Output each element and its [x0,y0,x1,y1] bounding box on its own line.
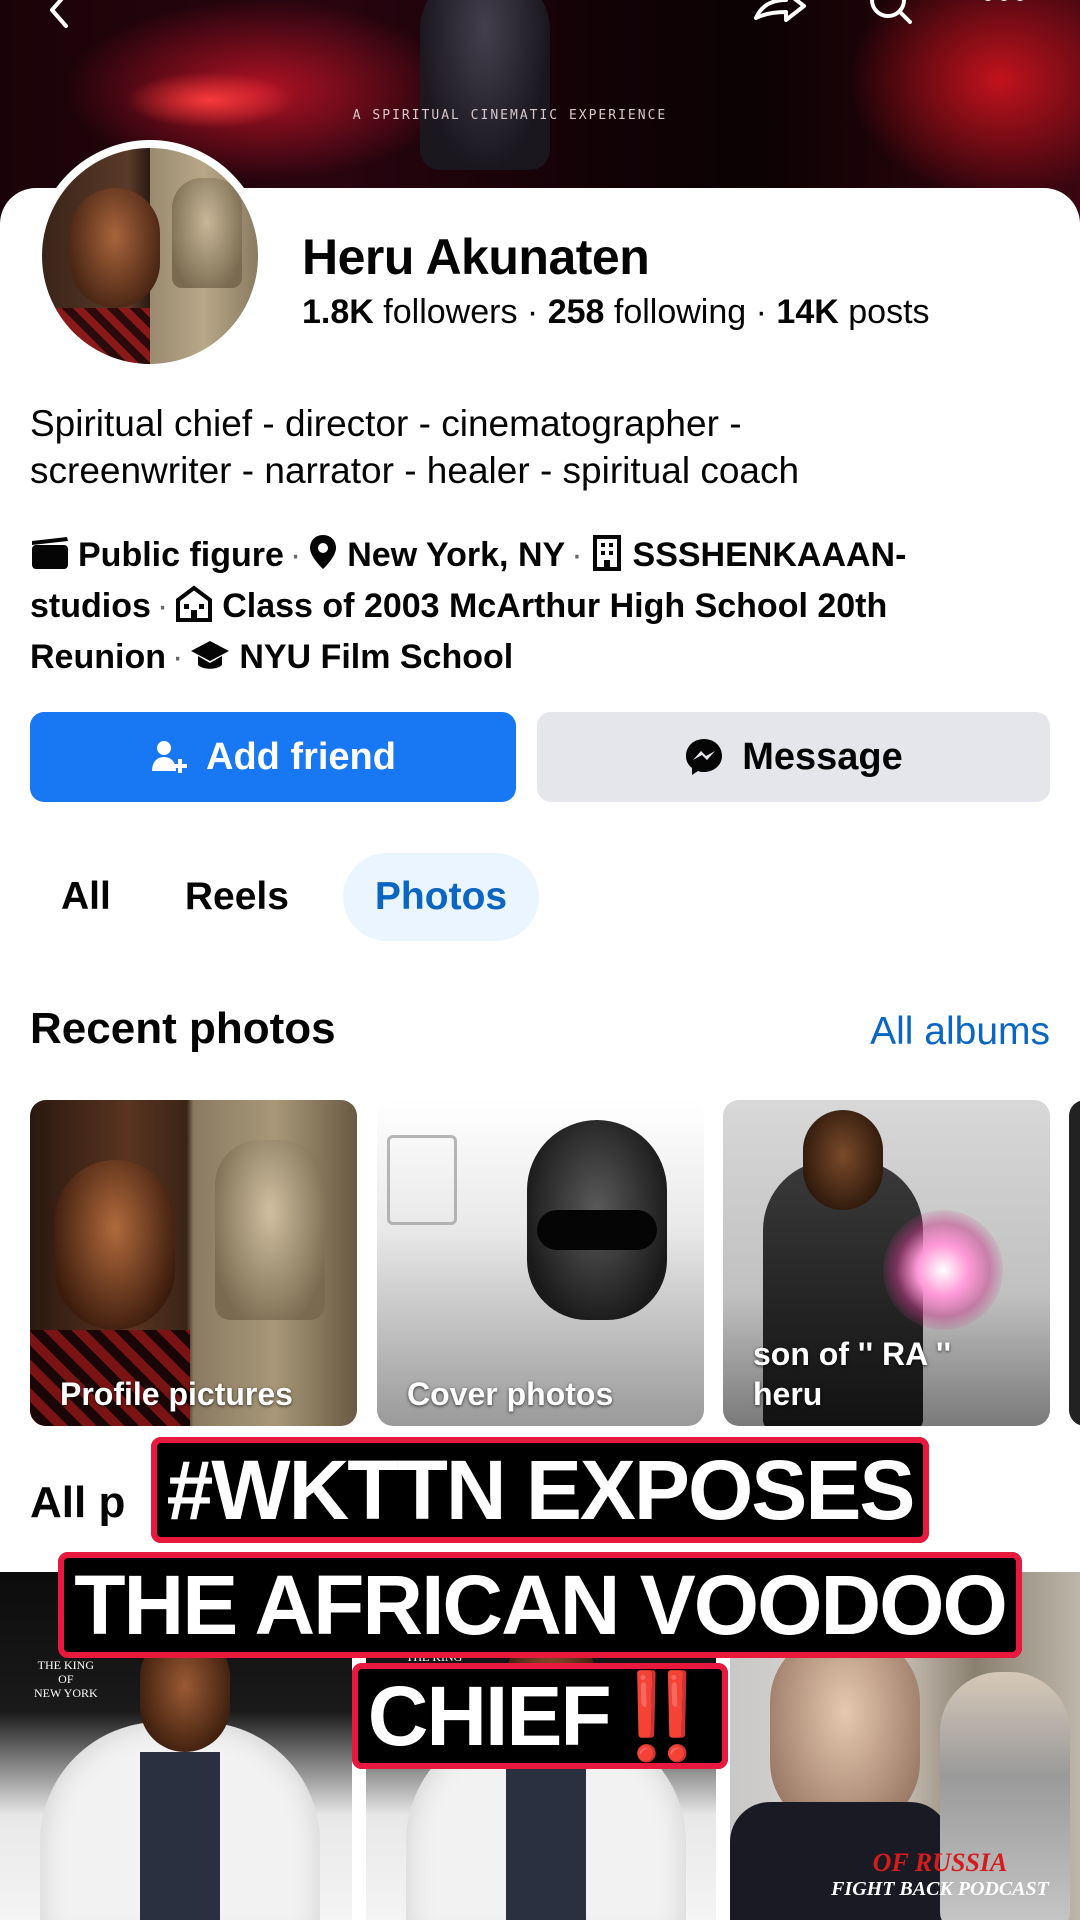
tab-reels[interactable]: Reels [153,853,321,941]
following-link[interactable]: 258 following [548,293,747,331]
separator-dot: · [526,293,548,331]
tab-all[interactable]: All [29,853,143,941]
cover-tagline: A SPIRITUAL CINEMATIC EXPERIENCE [352,108,668,123]
posts-label: posts [848,293,930,331]
separator-dot: · [289,536,302,574]
album-label-line: son of '' RA '' [753,1336,952,1372]
avatar[interactable] [34,140,266,372]
message-label: Message [742,735,903,778]
album-label: Cover photos [407,1376,614,1412]
cover-figure [420,0,550,170]
detail-work-cont[interactable]: studios [30,587,151,625]
separator-dot: · [156,587,169,625]
caption-line: #WKTTN EXPOSES [0,1437,1080,1543]
back-icon[interactable] [40,0,90,32]
caption-line: THE AFRICAN VOODOO [0,1552,1080,1658]
message-button[interactable]: Message [537,712,1050,802]
posts-link: 14K posts [776,293,929,331]
separator-dot: · [571,536,583,574]
bio-line: Spiritual chief - director - cinematogra… [30,403,742,444]
caption-text: #WKTTN EXPOSES [150,1437,930,1543]
detail-college[interactable]: NYU Film School [239,638,513,676]
album-label: Profile pictures [60,1376,293,1412]
location-pin-icon [310,535,337,569]
more-icon[interactable] [978,0,1028,32]
profile-stats: 1.8K followers · 258 following · 14K pos… [302,293,930,332]
double-exclamation-icon: ‼️ [609,1669,715,1763]
building-icon [592,535,621,571]
album-profile-pictures[interactable]: Profile pictures [30,1100,357,1426]
tab-photos[interactable]: Photos [342,853,540,941]
following-label: following [613,293,747,331]
album-next-peek[interactable] [1069,1100,1080,1426]
detail-category: Public figure [78,536,284,574]
add-friend-button[interactable]: Add friend [30,712,516,802]
separator-dot: · [171,638,184,676]
detail-work[interactable]: SSSHENKAAAN- [633,536,907,574]
caption-text: THE AFRICAN VOODOO [58,1552,1022,1658]
separator-dot: · [755,293,777,331]
detail-school[interactable]: Class of 2003 McArthur High School 20th [222,587,887,625]
caption-text: CHIEF‼️ [351,1663,729,1769]
messenger-icon [686,739,723,775]
profile-tabs: All Reels Photos [29,852,540,942]
bio-line: screenwriter - narrator - healer - spiri… [30,450,800,491]
glyph-symbol [387,1135,457,1225]
album-label-line: heru [753,1376,823,1412]
following-count: 258 [547,293,605,331]
followers-link[interactable]: 1.8K followers [302,293,517,331]
album-label: son of '' RA '' heru [753,1334,1034,1414]
profile-name: Heru Akunaten [302,229,650,285]
album-cover-photos[interactable]: Cover photos [377,1100,704,1426]
profile-details: Public figure · New York, NY · SSSHENKAAAN- … [30,530,1050,683]
add-person-icon [152,741,187,773]
all-albums-link[interactable]: All albums [870,1010,1050,1054]
caption-word: CHIEF [366,1668,613,1765]
caption-line: CHIEF‼️ [0,1663,1080,1769]
detail-location[interactable]: New York, NY [347,536,565,574]
followers-count: 1.8K [302,293,374,331]
photo-overlay-text: OF RUSSIA FIGHT BACK PODCAST [831,1848,1049,1901]
profile-bio: Spiritual chief - director - cinematogra… [30,400,1050,494]
album-son-of-ra[interactable]: son of '' RA '' heru [723,1100,1050,1426]
add-friend-label: Add friend [206,735,396,778]
search-icon[interactable] [862,0,912,32]
followers-label: followers [383,293,518,331]
school-icon [176,585,213,622]
detail-school-cont[interactable]: Reunion [30,638,166,676]
graduation-cap-icon [191,641,230,669]
clapperboard-icon [32,537,68,569]
recent-photos-title: Recent photos [30,1004,336,1053]
posts-count: 14K [776,293,839,331]
share-icon[interactable] [752,0,806,32]
avatar-image [42,148,258,364]
